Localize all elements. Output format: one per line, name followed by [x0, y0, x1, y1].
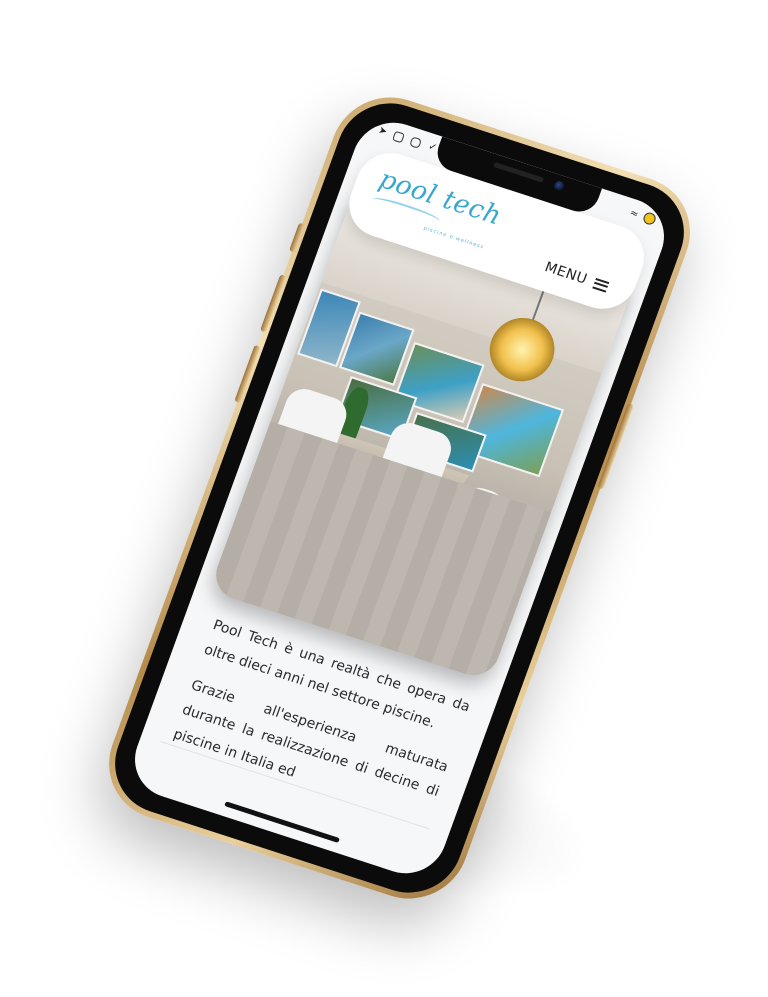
mail-icon[interactable] — [392, 130, 406, 143]
send-icon[interactable]: ➤ — [377, 125, 389, 138]
wifi-icon: ≈ — [628, 207, 641, 221]
front-camera — [552, 179, 566, 193]
instagram-icon[interactable] — [409, 135, 423, 149]
menu-button[interactable]: MENU — [542, 259, 610, 294]
status-left: ➤ ✓ — [377, 125, 439, 154]
logo-tagline: piscine e wellness — [422, 225, 485, 251]
status-right: ≈ — [628, 207, 658, 227]
menu-label: MENU — [542, 259, 590, 288]
speaker-grille — [492, 161, 544, 183]
hamburger-icon — [592, 277, 610, 293]
battery-icon — [641, 211, 658, 227]
phone-bezel: ➤ ✓ ≈ pool tech piscine e wellness MENU — [100, 89, 699, 907]
